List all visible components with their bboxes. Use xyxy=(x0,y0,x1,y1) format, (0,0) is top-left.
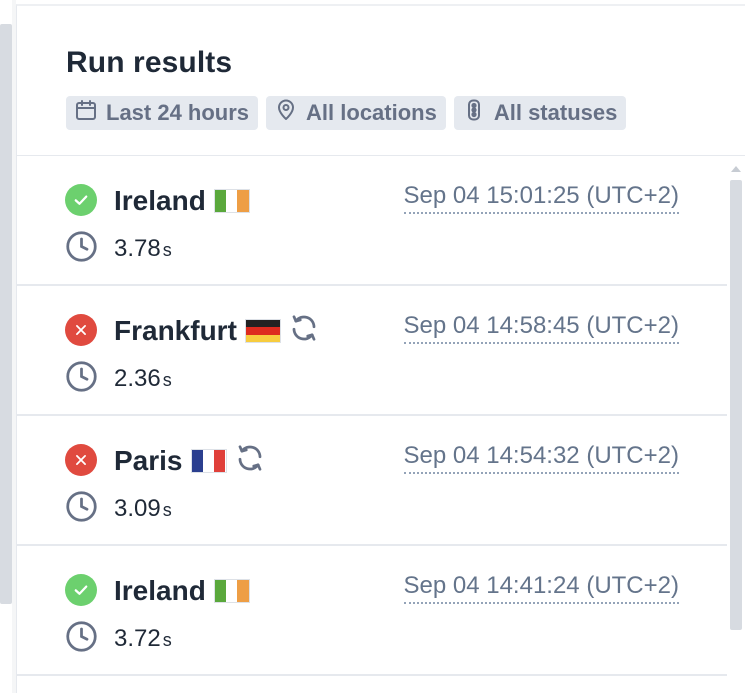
location-name: Ireland xyxy=(114,575,206,606)
ireland-flag-icon xyxy=(213,579,250,603)
result-row[interactable]: Frankfurt Sep 04 14:58:45 (UTC+2) 2.36 s xyxy=(17,286,727,416)
clock-icon xyxy=(65,230,98,268)
run-duration: 3.72 s xyxy=(65,620,172,658)
time-range-filter-label: Last 24 hours xyxy=(106,100,250,125)
location-pin-icon xyxy=(274,98,298,128)
germany-flag-icon xyxy=(244,319,281,343)
calendar-icon xyxy=(74,98,98,128)
clock-icon xyxy=(65,490,98,528)
location-filter[interactable]: All locations xyxy=(266,96,446,130)
retry-icon xyxy=(235,443,265,480)
duration-unit: s xyxy=(162,500,172,520)
location-cell: Ireland xyxy=(114,574,250,608)
result-row[interactable]: Ireland Sep 04 15:01:25 (UTC+2) 3.78 s xyxy=(17,156,727,286)
run-results-panel: Run results Last 24 hours All locations … xyxy=(16,4,745,693)
location-cell: Ireland xyxy=(114,184,250,218)
clock-icon xyxy=(65,620,98,658)
filter-bar: Last 24 hours All locations All statuses xyxy=(66,96,627,130)
ireland-flag-icon xyxy=(213,189,250,213)
duration-value: 3.78 xyxy=(114,235,161,262)
results-list: Ireland Sep 04 15:01:25 (UTC+2) 3.78 s Fr… xyxy=(17,156,727,693)
duration-unit: s xyxy=(162,630,172,650)
location-name: Frankfurt xyxy=(114,315,237,346)
run-duration: 3.09 s xyxy=(65,490,172,528)
result-row[interactable]: Ireland Sep 04 14:41:24 (UTC+2) 3.72 s xyxy=(17,546,727,676)
duration-unit: s xyxy=(162,370,172,390)
run-timestamp[interactable]: Sep 04 14:41:24 (UTC+2) xyxy=(403,572,679,604)
failure-status-icon xyxy=(65,444,97,476)
location-name: Ireland xyxy=(114,185,206,216)
results-scrollbar[interactable] xyxy=(728,166,745,693)
time-range-filter[interactable]: Last 24 hours xyxy=(66,96,259,130)
panel-header: Run results Last 24 hours All locations … xyxy=(17,6,745,156)
status-filter-label: All statuses xyxy=(493,100,618,125)
success-status-icon xyxy=(65,574,97,606)
location-name: Paris xyxy=(114,445,183,476)
run-duration: 2.36 s xyxy=(65,360,172,398)
left-scrollbar[interactable] xyxy=(0,24,12,604)
failure-status-icon xyxy=(65,314,97,346)
success-status-icon xyxy=(65,184,97,216)
location-filter-label: All locations xyxy=(306,100,437,125)
page-title: Run results xyxy=(66,46,233,79)
scrollbar-thumb[interactable] xyxy=(730,180,742,630)
status-filter[interactable]: All statuses xyxy=(453,96,627,130)
location-cell: Frankfurt xyxy=(114,314,319,348)
location-cell: Paris xyxy=(114,444,265,478)
duration-unit: s xyxy=(162,240,172,260)
clock-icon xyxy=(65,360,98,398)
run-timestamp[interactable]: Sep 04 14:54:32 (UTC+2) xyxy=(403,442,679,474)
scroll-up-arrow-icon[interactable] xyxy=(731,166,741,172)
run-timestamp[interactable]: Sep 04 15:01:25 (UTC+2) xyxy=(403,182,679,214)
duration-value: 3.72 xyxy=(114,625,161,652)
duration-value: 3.09 xyxy=(114,495,161,522)
traffic-light-icon xyxy=(462,98,486,128)
retry-icon xyxy=(289,313,319,350)
result-row[interactable]: Paris Sep 04 14:54:32 (UTC+2) 3.09 s xyxy=(17,416,727,546)
run-timestamp[interactable]: Sep 04 14:58:45 (UTC+2) xyxy=(403,312,679,344)
duration-value: 2.36 xyxy=(114,365,161,392)
run-duration: 3.78 s xyxy=(65,230,172,268)
france-flag-icon xyxy=(190,449,227,473)
